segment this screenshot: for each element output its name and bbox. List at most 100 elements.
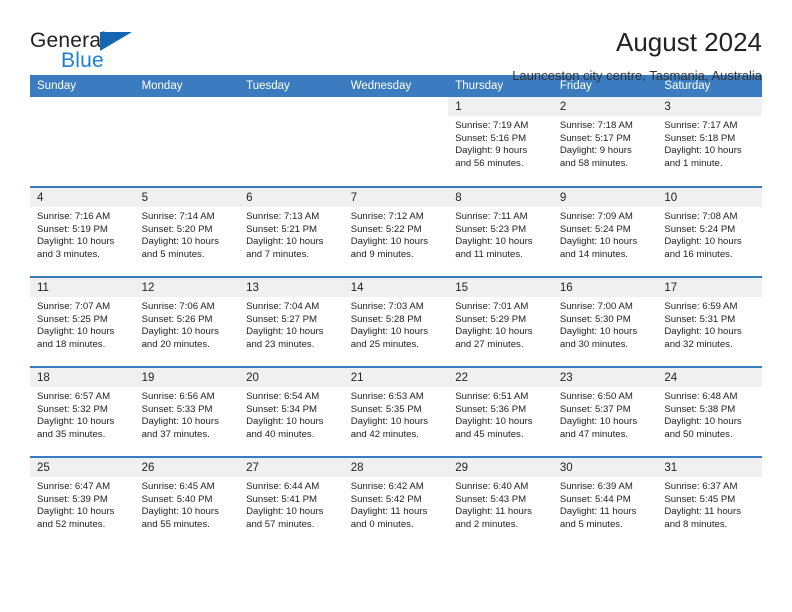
calendar-cell[interactable]: 5 Sunrise: 7:14 AM Sunset: 5:20 PM Dayli… (134, 186, 240, 277)
calendar-cell[interactable]: 24 Sunrise: 6:48 AM Sunset: 5:38 PM Dayl… (657, 366, 762, 457)
sunrise-text: Sunrise: 7:08 AM (664, 211, 738, 222)
day-cell[interactable]: 30 Sunrise: 6:39 AM Sunset: 5:44 PM Dayl… (552, 458, 658, 547)
calendar-cell[interactable]: 10 Sunrise: 7:08 AM Sunset: 5:24 PM Dayl… (657, 186, 762, 277)
calendar-cell[interactable]: 17 Sunrise: 6:59 AM Sunset: 5:31 PM Dayl… (657, 276, 762, 367)
calendar-cell[interactable]: 23 Sunrise: 6:50 AM Sunset: 5:37 PM Dayl… (552, 366, 658, 457)
calendar-cell[interactable]: 28 Sunrise: 6:42 AM Sunset: 5:42 PM Dayl… (343, 456, 449, 547)
calendar-cell[interactable]: 6 Sunrise: 7:13 AM Sunset: 5:21 PM Dayli… (239, 186, 344, 277)
day-cell[interactable]: 31 Sunrise: 6:37 AM Sunset: 5:45 PM Dayl… (657, 458, 762, 547)
day-details: Sunrise: 6:37 AM Sunset: 5:45 PM Dayligh… (657, 477, 762, 531)
sunset-text: Sunset: 5:20 PM (141, 223, 213, 235)
calendar-cell[interactable]: 16 Sunrise: 7:00 AM Sunset: 5:30 PM Dayl… (552, 276, 658, 367)
calendar-week-row: 4 Sunrise: 7:16 AM Sunset: 5:19 PM Dayli… (30, 186, 762, 277)
calendar-cell[interactable]: 7 Sunrise: 7:12 AM Sunset: 5:22 PM Dayli… (343, 186, 449, 277)
daylight-text-line1: Daylight: 10 hours (559, 236, 638, 248)
sunset-text: Sunset: 5:30 PM (559, 313, 631, 325)
day-cell[interactable]: 10 Sunrise: 7:08 AM Sunset: 5:24 PM Dayl… (657, 188, 762, 276)
day-cell[interactable]: 11 Sunrise: 7:07 AM Sunset: 5:25 PM Dayl… (30, 278, 135, 366)
daylight-text-line1: Daylight: 10 hours (664, 236, 742, 248)
daylight-text-line2: and 30 minutes. (559, 338, 629, 350)
daylight-text-line2: and 1 minute. (664, 157, 723, 169)
sunrise-text: Sunrise: 6:59 AM (664, 301, 738, 312)
calendar-cell[interactable]: 20 Sunrise: 6:54 AM Sunset: 5:34 PM Dayl… (239, 366, 344, 457)
day-cell[interactable]: 2 Sunrise: 7:18 AM Sunset: 5:17 PM Dayli… (552, 97, 658, 186)
day-cell[interactable]: 22 Sunrise: 6:51 AM Sunset: 5:36 PM Dayl… (448, 368, 553, 456)
calendar-cell[interactable]: 29 Sunrise: 6:40 AM Sunset: 5:43 PM Dayl… (448, 456, 553, 547)
daylight-text-line2: and 5 minutes. (141, 248, 205, 260)
day-cell[interactable]: 6 Sunrise: 7:13 AM Sunset: 5:21 PM Dayli… (239, 188, 344, 276)
day-cell[interactable]: 18 Sunrise: 6:57 AM Sunset: 5:32 PM Dayl… (30, 368, 135, 456)
calendar-cell[interactable]: 2 Sunrise: 7:18 AM Sunset: 5:17 PM Dayli… (552, 97, 658, 187)
sunrise-text: Sunrise: 7:03 AM (350, 301, 424, 312)
calendar-cell[interactable]: 22 Sunrise: 6:51 AM Sunset: 5:36 PM Dayl… (448, 366, 553, 457)
sunrise-text: Sunrise: 6:48 AM (664, 391, 738, 402)
daylight-text-line2: and 45 minutes. (455, 428, 524, 440)
day-cell[interactable]: 23 Sunrise: 6:50 AM Sunset: 5:37 PM Dayl… (552, 368, 658, 456)
day-number: 2 (552, 97, 658, 116)
day-cell[interactable]: 25 Sunrise: 6:47 AM Sunset: 5:39 PM Dayl… (30, 458, 135, 547)
calendar-cell[interactable]: 12 Sunrise: 7:06 AM Sunset: 5:26 PM Dayl… (134, 276, 240, 367)
day-details: Sunrise: 7:12 AM Sunset: 5:22 PM Dayligh… (344, 207, 449, 261)
day-cell[interactable]: 26 Sunrise: 6:45 AM Sunset: 5:40 PM Dayl… (134, 458, 240, 547)
daylight-text-line1: Daylight: 10 hours (246, 326, 324, 338)
day-cell[interactable]: 16 Sunrise: 7:00 AM Sunset: 5:30 PM Dayl… (552, 278, 658, 366)
sunset-text: Sunset: 5:25 PM (37, 313, 108, 325)
day-cell[interactable]: 4 Sunrise: 7:16 AM Sunset: 5:19 PM Dayli… (30, 188, 135, 276)
day-cell[interactable]: 15 Sunrise: 7:01 AM Sunset: 5:29 PM Dayl… (448, 278, 553, 366)
calendar-cell[interactable]: 27 Sunrise: 6:44 AM Sunset: 5:41 PM Dayl… (239, 456, 344, 547)
daylight-text-line1: Daylight: 10 hours (455, 326, 533, 338)
day-cell[interactable]: 28 Sunrise: 6:42 AM Sunset: 5:42 PM Dayl… (343, 458, 449, 547)
day-cell[interactable]: 9 Sunrise: 7:09 AM Sunset: 5:24 PM Dayli… (552, 188, 658, 276)
calendar-cell[interactable]: 31 Sunrise: 6:37 AM Sunset: 5:45 PM Dayl… (657, 456, 762, 547)
sunset-text: Sunset: 5:40 PM (141, 493, 213, 505)
calendar-cell[interactable]: 15 Sunrise: 7:01 AM Sunset: 5:29 PM Dayl… (448, 276, 553, 367)
calendar-cell[interactable]: 21 Sunrise: 6:53 AM Sunset: 5:35 PM Dayl… (343, 366, 449, 457)
calendar-cell[interactable]: 30 Sunrise: 6:39 AM Sunset: 5:44 PM Dayl… (552, 456, 658, 547)
calendar-cell[interactable]: 14 Sunrise: 7:03 AM Sunset: 5:28 PM Dayl… (343, 276, 449, 367)
sunset-text: Sunset: 5:36 PM (455, 403, 527, 415)
daylight-text-line2: and 50 minutes. (664, 428, 733, 440)
day-number (239, 97, 344, 116)
calendar-cell[interactable]: 1 Sunrise: 7:19 AM Sunset: 5:16 PM Dayli… (448, 97, 553, 187)
calendar-cell[interactable]: 18 Sunrise: 6:57 AM Sunset: 5:32 PM Dayl… (30, 366, 135, 457)
calendar-cell[interactable]: 11 Sunrise: 7:07 AM Sunset: 5:25 PM Dayl… (30, 276, 135, 367)
sunrise-text: Sunrise: 6:39 AM (559, 481, 633, 492)
day-cell[interactable]: 20 Sunrise: 6:54 AM Sunset: 5:34 PM Dayl… (239, 368, 344, 456)
calendar-cell[interactable]: 8 Sunrise: 7:11 AM Sunset: 5:23 PM Dayli… (448, 186, 553, 277)
daylight-text-line2: and 18 minutes. (37, 338, 106, 350)
day-cell[interactable]: 24 Sunrise: 6:48 AM Sunset: 5:38 PM Dayl… (657, 368, 762, 456)
day-cell[interactable]: 19 Sunrise: 6:56 AM Sunset: 5:33 PM Dayl… (134, 368, 240, 456)
day-cell[interactable]: 8 Sunrise: 7:11 AM Sunset: 5:23 PM Dayli… (448, 188, 553, 276)
day-cell[interactable]: 12 Sunrise: 7:06 AM Sunset: 5:26 PM Dayl… (134, 278, 240, 366)
day-cell[interactable]: 7 Sunrise: 7:12 AM Sunset: 5:22 PM Dayli… (343, 188, 449, 276)
day-cell[interactable]: 3 Sunrise: 7:17 AM Sunset: 5:18 PM Dayli… (657, 97, 762, 186)
sunset-text: Sunset: 5:24 PM (664, 223, 736, 235)
day-number: 15 (448, 278, 553, 297)
sunset-text: Sunset: 5:38 PM (664, 403, 736, 415)
day-details: Sunrise: 7:00 AM Sunset: 5:30 PM Dayligh… (553, 297, 658, 351)
day-details: Sunrise: 7:14 AM Sunset: 5:20 PM Dayligh… (135, 207, 240, 261)
daylight-text-line2: and 8 minutes. (664, 518, 728, 530)
page-title: August 2024 (615, 27, 762, 57)
day-cell[interactable]: 5 Sunrise: 7:14 AM Sunset: 5:20 PM Dayli… (134, 188, 240, 276)
calendar-cell[interactable]: 13 Sunrise: 7:04 AM Sunset: 5:27 PM Dayl… (239, 276, 344, 367)
general-blue-logo[interactable]: General Blue (30, 28, 150, 76)
calendar-cell[interactable]: 9 Sunrise: 7:09 AM Sunset: 5:24 PM Dayli… (552, 186, 658, 277)
day-details: Sunrise: 6:53 AM Sunset: 5:35 PM Dayligh… (344, 387, 449, 441)
sunset-text: Sunset: 5:18 PM (664, 132, 736, 144)
calendar-cell[interactable]: 4 Sunrise: 7:16 AM Sunset: 5:19 PM Dayli… (30, 186, 135, 277)
calendar-cell[interactable]: 19 Sunrise: 6:56 AM Sunset: 5:33 PM Dayl… (134, 366, 240, 457)
day-cell[interactable]: 14 Sunrise: 7:03 AM Sunset: 5:28 PM Dayl… (343, 278, 449, 366)
day-cell[interactable]: 1 Sunrise: 7:19 AM Sunset: 5:16 PM Dayli… (448, 97, 553, 186)
day-cell[interactable]: 13 Sunrise: 7:04 AM Sunset: 5:27 PM Dayl… (239, 278, 344, 366)
calendar-cell[interactable]: 25 Sunrise: 6:47 AM Sunset: 5:39 PM Dayl… (30, 456, 135, 547)
calendar-cell[interactable]: 26 Sunrise: 6:45 AM Sunset: 5:40 PM Dayl… (134, 456, 240, 547)
day-number: 29 (448, 458, 553, 477)
day-cell[interactable]: 17 Sunrise: 6:59 AM Sunset: 5:31 PM Dayl… (657, 278, 762, 366)
day-cell[interactable]: 27 Sunrise: 6:44 AM Sunset: 5:41 PM Dayl… (239, 458, 344, 547)
sunrise-text: Sunrise: 7:06 AM (141, 301, 215, 312)
day-number: 23 (552, 368, 658, 387)
day-cell[interactable]: 29 Sunrise: 6:40 AM Sunset: 5:43 PM Dayl… (448, 458, 553, 547)
day-cell[interactable]: 21 Sunrise: 6:53 AM Sunset: 5:35 PM Dayl… (343, 368, 449, 456)
calendar-cell[interactable]: 3 Sunrise: 7:17 AM Sunset: 5:18 PM Dayli… (657, 97, 762, 187)
